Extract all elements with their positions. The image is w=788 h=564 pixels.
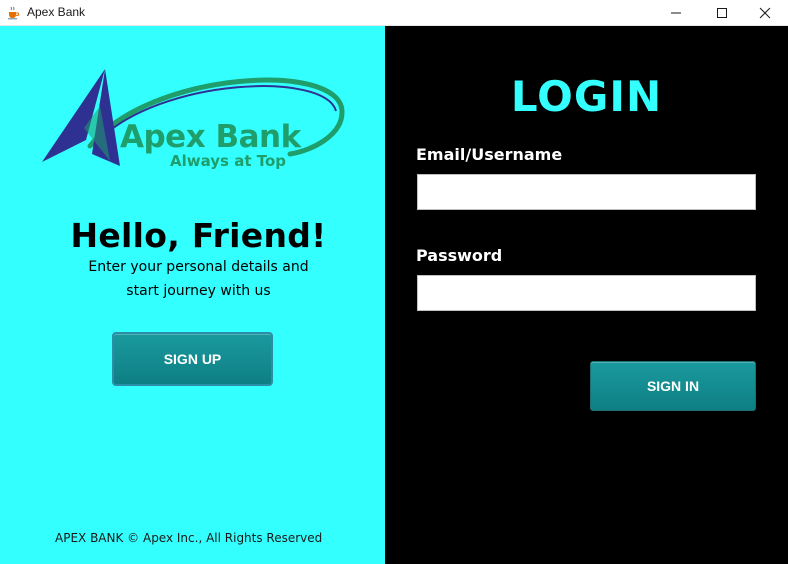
email-label: Email/Username bbox=[416, 145, 563, 164]
apex-bank-logo: Apex Bank Always at Top bbox=[40, 66, 350, 176]
close-icon bbox=[759, 7, 771, 19]
sign-in-button[interactable]: SIGN IN bbox=[590, 361, 756, 411]
maximize-icon bbox=[717, 8, 727, 18]
window-titlebar: Apex Bank bbox=[0, 0, 788, 26]
close-button[interactable] bbox=[742, 0, 788, 26]
logo-name: Apex Bank bbox=[120, 119, 301, 155]
password-label: Password bbox=[416, 246, 503, 265]
greeting-subtext: Enter your personal details and start jo… bbox=[88, 259, 309, 299]
login-title: LOGIN bbox=[510, 72, 663, 121]
sign-up-button[interactable]: SIGN UP bbox=[112, 332, 273, 386]
greeting-heading: Hello, Friend! bbox=[70, 216, 327, 255]
login-panel: LOGIN Email/Username Password SIGN IN bbox=[385, 26, 788, 564]
minimize-button[interactable] bbox=[653, 0, 699, 26]
password-field[interactable] bbox=[417, 275, 756, 311]
java-cup-icon[interactable] bbox=[6, 5, 20, 20]
maximize-button[interactable] bbox=[699, 0, 745, 26]
minimize-icon bbox=[671, 12, 681, 14]
copyright-footer: APEX BANK © Apex Inc., All Rights Reserv… bbox=[55, 531, 323, 545]
welcome-panel: Apex Bank Always at Top Hello, Friend! E… bbox=[0, 26, 385, 564]
window-title: Apex Bank bbox=[27, 5, 86, 19]
logo-tagline: Always at Top bbox=[170, 152, 286, 170]
email-field[interactable] bbox=[417, 174, 756, 210]
